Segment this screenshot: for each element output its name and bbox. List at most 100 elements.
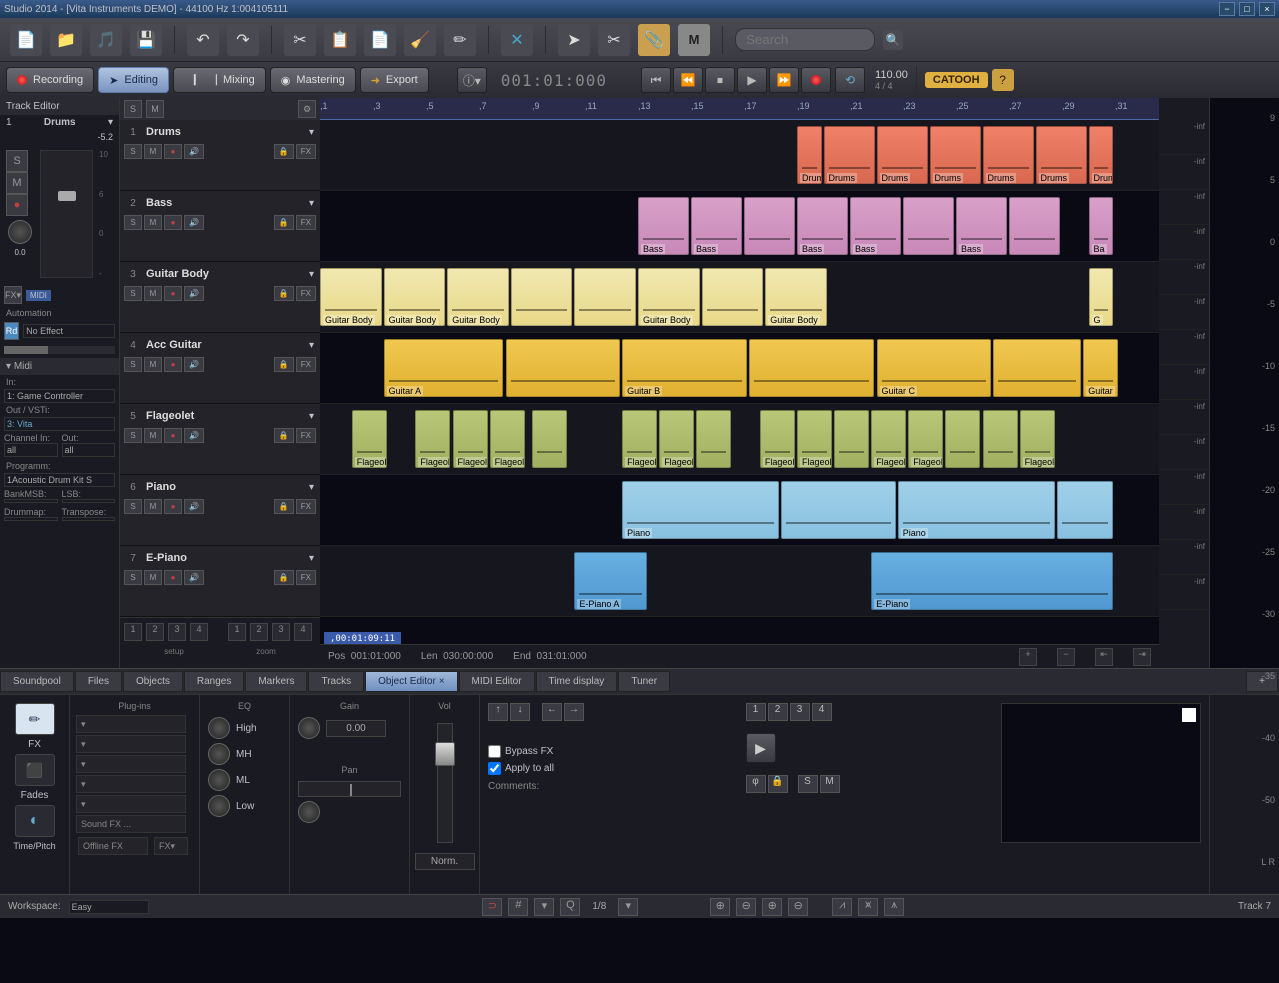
track-fx-button[interactable]: FX [296,357,316,372]
eq-ml-knob[interactable] [208,769,230,791]
plugin-slot-3[interactable]: ▾ [76,755,186,773]
wave-zoom-1-icon[interactable]: ⩘ [832,898,852,916]
audio-clip[interactable]: Flageol [1020,410,1055,468]
search-icon[interactable]: 🔍 [883,30,903,50]
track-mute-button[interactable]: M [144,570,162,585]
tab-object-editor[interactable]: Object Editor × [365,671,457,692]
track-monitor-button[interactable]: 🔊 [184,286,204,301]
tab-markers[interactable]: Markers [245,671,307,692]
timeline-track-row[interactable]: PianoPiano [320,475,1159,546]
audio-clip[interactable]: E-Piano A [574,552,646,610]
audio-clip[interactable] [903,197,954,255]
audio-clip[interactable]: Bass [638,197,689,255]
split-icon[interactable]: ✏ [444,24,476,56]
zoom-4[interactable]: 4 [294,623,312,641]
snap-dropdown[interactable]: ▾ [534,898,554,916]
save-icon[interactable]: 💾 [130,24,162,56]
audio-clip[interactable] [781,481,896,539]
track-item[interactable]: 4Acc Guitar▾ S M ● 🔊 🔒 FX [120,333,320,404]
magnet-icon[interactable]: ⊃ [482,898,502,916]
timeline-track-row[interactable]: Guitar BodyGuitar BodyGuitar BodyGuitar … [320,262,1159,333]
plugin-slot-1[interactable]: ▾ [76,715,186,733]
program-select[interactable]: 1Acoustic Drum Kit S [4,473,115,487]
track-item[interactable]: 7E-Piano▾ S M ● 🔊 🔒 FX [120,546,320,617]
delete-icon[interactable]: 🧹 [404,24,436,56]
volume-fader[interactable] [40,150,93,278]
track-lock-icon[interactable]: 🔒 [274,144,294,159]
tempo-display[interactable]: 110.00 [875,69,908,81]
track-editor-name[interactable]: Drums [44,117,76,128]
zoom-plus-h[interactable]: + [1019,648,1037,666]
bankmsb-select[interactable] [4,499,58,503]
audio-clip[interactable]: Guitar C [877,339,992,397]
audio-clip[interactable]: Flageol [908,410,943,468]
time-signature[interactable]: 4 / 4 [875,81,908,91]
audio-clip[interactable]: Flageol [453,410,488,468]
transpose-select[interactable] [62,517,116,521]
setup-1[interactable]: 1 [124,623,142,641]
track-rec-button[interactable]: ● [164,144,182,159]
chevron-down-icon[interactable]: ▾ [108,117,113,128]
tab-midi-editor[interactable]: MIDI Editor [459,671,535,692]
track-mute-button[interactable]: M [144,215,162,230]
take-button-2[interactable]: 2 [768,703,788,721]
audio-clip[interactable] [1057,481,1113,539]
preview-marker[interactable] [1182,708,1196,722]
lsb-select[interactable] [62,499,116,503]
tab-objects[interactable]: Objects [123,671,183,692]
setup-3[interactable]: 3 [168,623,186,641]
track-rec-button[interactable]: ● [164,286,182,301]
timeline-ruler[interactable]: ,1,3,5,7,9,11,13,15,17,19,21,23,25,27,29… [320,98,1159,120]
audio-clip[interactable]: Flageole [415,410,450,468]
effect-select[interactable]: No Effect [23,324,115,338]
editing-mode-button[interactable]: ➤Editing [98,67,169,93]
chevron-down-icon[interactable]: ▾ [309,127,314,138]
mute-button[interactable]: M [6,172,28,194]
track-monitor-button[interactable]: 🔊 [184,570,204,585]
audio-clip[interactable]: Drum_In [797,126,822,184]
audio-clip[interactable] [506,339,621,397]
plugin-slot-4[interactable]: ▾ [76,775,186,793]
mixing-mode-button[interactable]: ⎹⎸⎹Mixing [173,67,266,93]
audio-clip[interactable]: E-Piano [871,552,1113,610]
pan-slider[interactable] [298,781,401,797]
snap-value[interactable]: 1/8 [586,901,612,912]
offline-fx-button[interactable]: Offline FX [78,837,148,855]
track-monitor-button[interactable]: 🔊 [184,428,204,443]
rd-button[interactable]: Rd [4,322,19,340]
audio-clip[interactable]: Flageole [871,410,906,468]
track-item[interactable]: 1Drums▾ S M ● 🔊 🔒 FX [120,120,320,191]
zoom-in-h-icon[interactable]: ⊕ [762,898,782,916]
plugin-slot-5[interactable]: ▾ [76,795,186,813]
track-solo-button[interactable]: S [124,144,142,159]
audio-clip[interactable] [834,410,869,468]
export-mode-button[interactable]: ➜Export [360,67,429,93]
audio-clip[interactable] [1009,197,1060,255]
audio-clip[interactable]: G [1089,268,1114,326]
audio-clip[interactable]: Guitar A [384,339,504,397]
audio-clip[interactable]: Flageol [797,410,832,468]
track-solo-button[interactable]: S [124,499,142,514]
track-fx-button[interactable]: FX [296,570,316,585]
track-mute-button[interactable]: M [144,144,162,159]
global-mute-button[interactable]: M [146,100,164,118]
eq-high-knob[interactable] [208,717,230,739]
snap-dropdown-2[interactable]: ▾ [618,898,638,916]
track-item[interactable]: 6Piano▾ S M ● 🔊 🔒 FX [120,475,320,546]
tab-ranges[interactable]: Ranges [184,671,244,692]
grid-icon[interactable]: # [508,898,528,916]
tab-soundpool[interactable]: Soundpool [0,671,74,692]
audio-clip[interactable]: Guitar Body [447,268,509,326]
chevron-down-icon[interactable]: ▾ [309,482,314,493]
channel-out-select[interactable]: all [62,443,116,457]
oe-mute-button[interactable]: M [820,775,840,793]
midi-in-select[interactable]: 1: Game Controller [4,389,115,403]
audio-clip[interactable] [749,339,874,397]
audio-clip[interactable]: Bass [850,197,901,255]
track-solo-button[interactable]: S [124,428,142,443]
drummap-select[interactable] [4,517,58,521]
track-solo-button[interactable]: S [124,357,142,372]
tab-time-display[interactable]: Time display [536,671,618,692]
arrow-left-icon[interactable]: ← [542,703,562,721]
nav-left-icon[interactable]: ⇤ [1095,648,1113,666]
